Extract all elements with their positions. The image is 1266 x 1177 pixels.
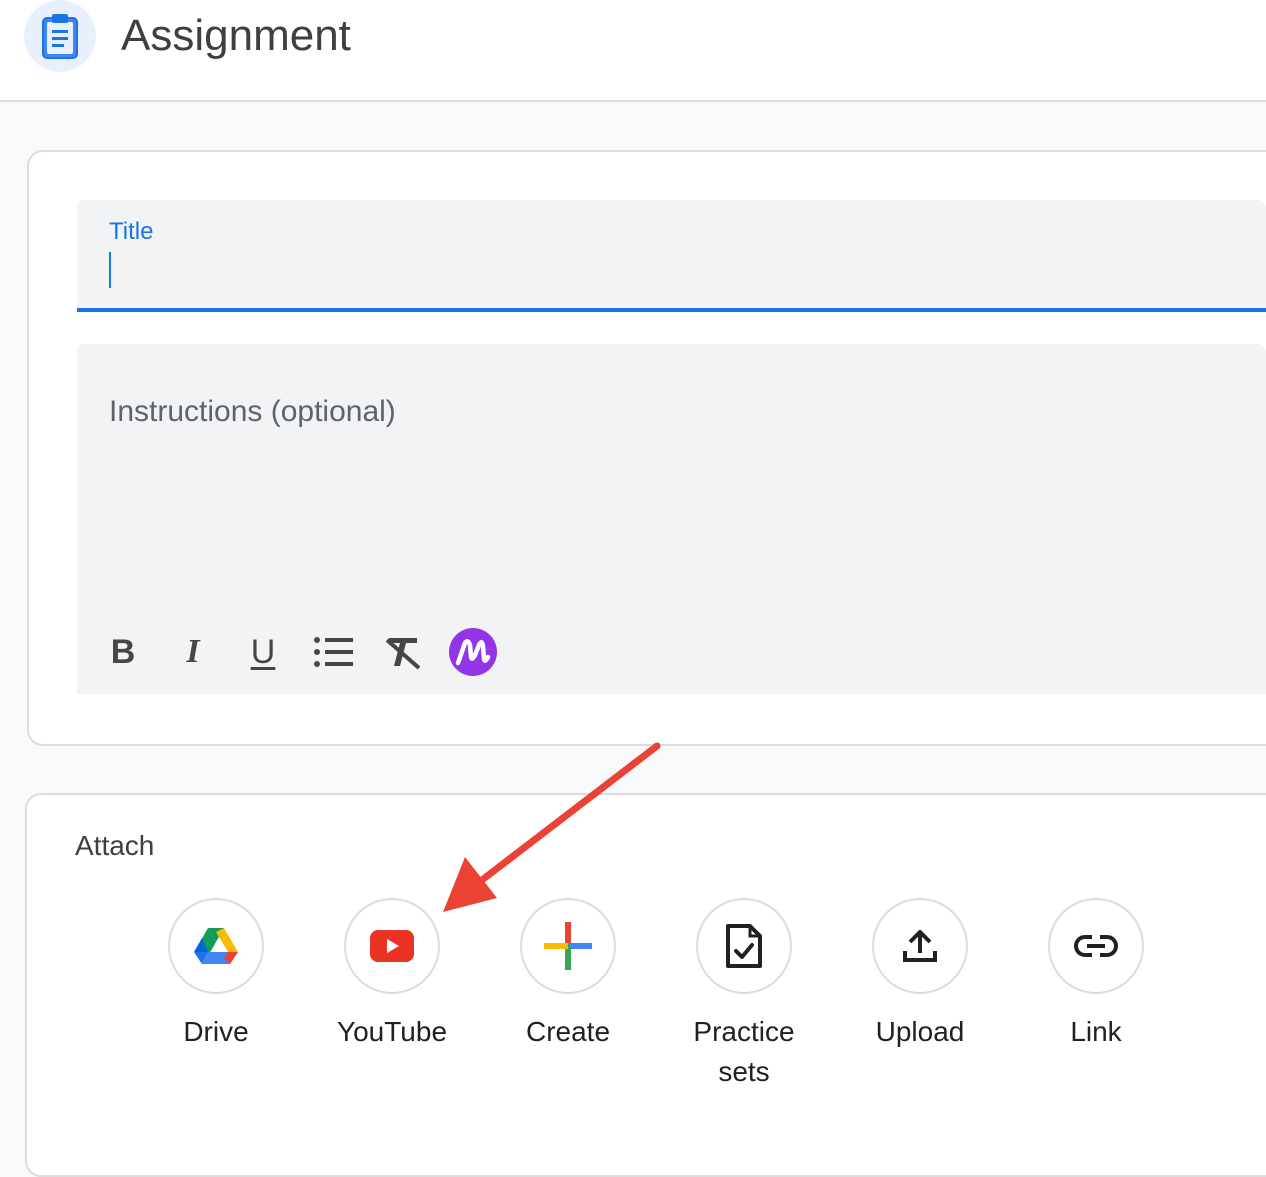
attach-link-button[interactable]: Link bbox=[1008, 898, 1184, 1092]
attach-practice-sets-label: Practice sets bbox=[693, 1016, 795, 1087]
attach-practice-sets-button[interactable]: Practice sets bbox=[656, 898, 832, 1092]
attach-options: Drive YouTube Create Practice sets Uploa… bbox=[128, 898, 1184, 1092]
italic-icon: I bbox=[186, 633, 200, 670]
attach-create-label: Create bbox=[525, 1016, 611, 1047]
assignment-icon bbox=[24, 0, 96, 72]
attach-upload-button[interactable]: Upload bbox=[832, 898, 1008, 1092]
underline-button[interactable]: U bbox=[237, 626, 289, 678]
title-label: Title bbox=[109, 218, 154, 245]
attach-heading: Attach bbox=[75, 830, 155, 861]
attach-drive-button[interactable]: Drive bbox=[128, 898, 304, 1092]
attach-youtube-circle[interactable] bbox=[344, 898, 440, 994]
formatting-toolbar: B I U bbox=[97, 626, 499, 678]
clear-formatting-button[interactable] bbox=[377, 626, 429, 678]
title-field[interactable]: Title bbox=[77, 200, 1266, 312]
attach-youtube-button[interactable]: YouTube bbox=[304, 898, 480, 1092]
attach-create-button[interactable]: Create bbox=[480, 898, 656, 1092]
drive-icon bbox=[194, 928, 238, 964]
attach-link-label: Link bbox=[1070, 1016, 1122, 1047]
instructions-field[interactable]: Instructions (optional) B I U bbox=[77, 344, 1266, 694]
attach-youtube-label: YouTube bbox=[336, 1016, 448, 1047]
attach-practice-sets-circle[interactable] bbox=[696, 898, 792, 994]
attach-upload-circle[interactable] bbox=[872, 898, 968, 994]
youtube-icon bbox=[370, 930, 414, 962]
extension-button[interactable] bbox=[447, 626, 499, 678]
attach-link-circle[interactable] bbox=[1048, 898, 1144, 994]
header-bar: Assignment bbox=[0, 0, 1266, 102]
attach-drive-circle[interactable] bbox=[168, 898, 264, 994]
upload-icon bbox=[903, 930, 937, 962]
bulleted-list-button[interactable] bbox=[307, 626, 359, 678]
bold-icon: B bbox=[110, 632, 136, 671]
attach-upload-label: Upload bbox=[875, 1016, 965, 1047]
instructions-placeholder: Instructions (optional) bbox=[109, 395, 396, 428]
attach-create-circle[interactable] bbox=[520, 898, 616, 994]
list-icon bbox=[314, 637, 353, 667]
attach-drive-label: Drive bbox=[183, 1016, 249, 1047]
create-plus-icon bbox=[544, 922, 592, 970]
bold-button[interactable]: B bbox=[97, 626, 149, 678]
practice-sets-icon bbox=[726, 924, 762, 968]
page-title: Assignment bbox=[121, 11, 351, 60]
underline-icon: U bbox=[250, 632, 276, 671]
text-caret bbox=[109, 252, 111, 288]
clear-format-icon bbox=[385, 638, 421, 670]
extension-m-icon bbox=[449, 628, 497, 676]
link-icon bbox=[1074, 935, 1118, 957]
italic-button[interactable]: I bbox=[167, 626, 219, 678]
